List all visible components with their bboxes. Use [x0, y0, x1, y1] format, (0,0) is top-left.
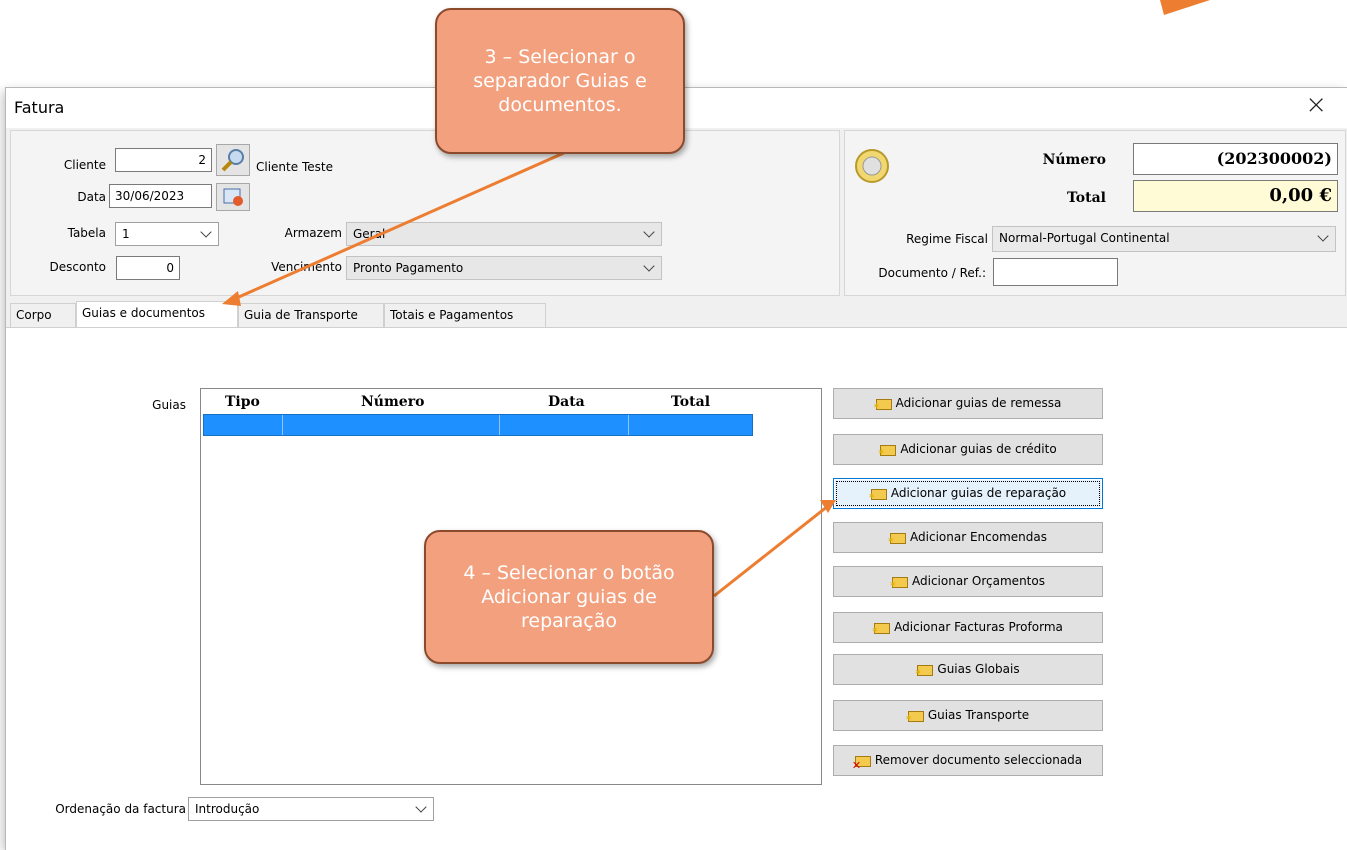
- arrow-step3: [231, 150, 567, 302]
- callout-step3: 3 – Selecionar o separador Guias e docum…: [435, 8, 685, 154]
- callout-step4: 4 – Selecionar o botão Adicionar guias d…: [424, 530, 714, 664]
- arrow-step3-head: [222, 291, 241, 306]
- arrow-step4: [713, 504, 829, 598]
